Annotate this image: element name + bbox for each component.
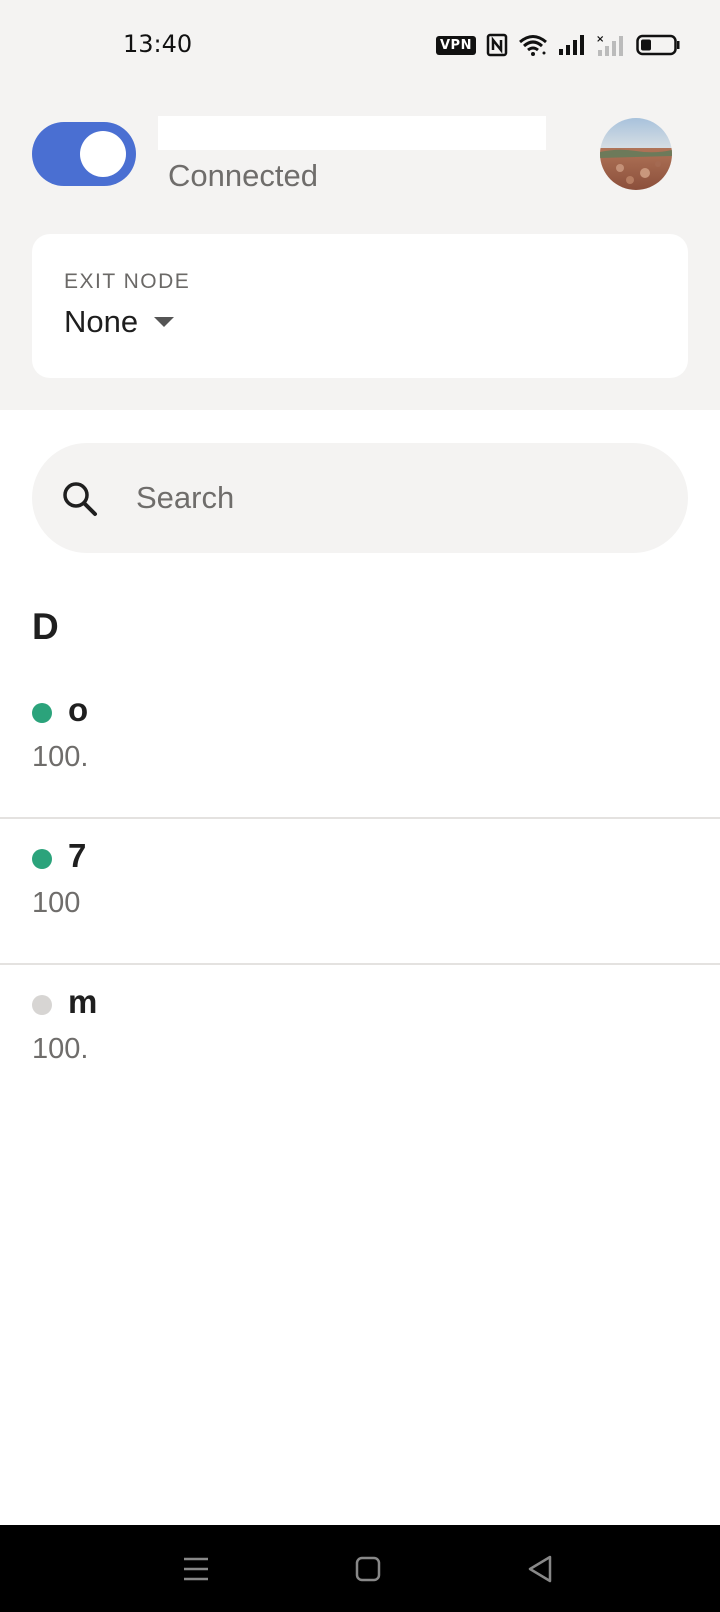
search-icon: [63, 482, 97, 516]
device-name: 7: [68, 837, 87, 874]
vpn-icon: VPN: [436, 35, 476, 55]
search-bar[interactable]: [32, 443, 688, 553]
vpn-toggle[interactable]: [32, 122, 136, 186]
wifi-icon: [519, 35, 547, 56]
device-name: m: [68, 983, 98, 1020]
svg-text:×: ×: [596, 34, 604, 45]
device-row[interactable]: m 100.: [0, 965, 720, 1111]
device-row[interactable]: o 100.: [0, 673, 720, 819]
online-status-dot: [32, 703, 52, 723]
device-name: o: [68, 691, 89, 728]
avatar[interactable]: [600, 118, 672, 190]
status-bar: 13:40 VPN ×: [0, 0, 720, 92]
signal-icon: [558, 35, 584, 55]
exit-node-label: EXIT NODE: [64, 270, 191, 293]
exit-node-value: None: [64, 304, 139, 339]
exit-node-card[interactable]: EXIT NODE None: [32, 234, 688, 378]
search-input[interactable]: [136, 477, 636, 519]
system-nav-bar: [0, 1525, 720, 1612]
menu-icon[interactable]: [176, 1549, 216, 1589]
device-ip: 100.: [32, 741, 89, 773]
nfc-icon: [486, 33, 508, 57]
home-icon[interactable]: [348, 1549, 388, 1589]
online-status-dot: [32, 849, 52, 869]
exit-node-selector[interactable]: None: [64, 304, 175, 340]
toggle-knob: [80, 131, 126, 177]
dropdown-arrow-icon: [154, 317, 175, 327]
signal-no-sim-icon: ×: [596, 34, 623, 56]
device-ip: 100.: [32, 1033, 89, 1065]
battery-icon: [636, 34, 680, 56]
offline-status-dot: [32, 995, 52, 1015]
header: Connected EXIT NODE None: [0, 92, 720, 410]
device-ip: 100: [32, 887, 81, 919]
device-section-header: D: [32, 606, 59, 647]
back-icon[interactable]: [520, 1549, 560, 1589]
status-icons: VPN ×: [436, 32, 680, 58]
tailnet-name-redacted: [158, 116, 546, 150]
device-row[interactable]: 7 100: [0, 819, 720, 965]
connection-status: Connected: [168, 158, 318, 193]
status-time: 13:40: [123, 30, 193, 58]
